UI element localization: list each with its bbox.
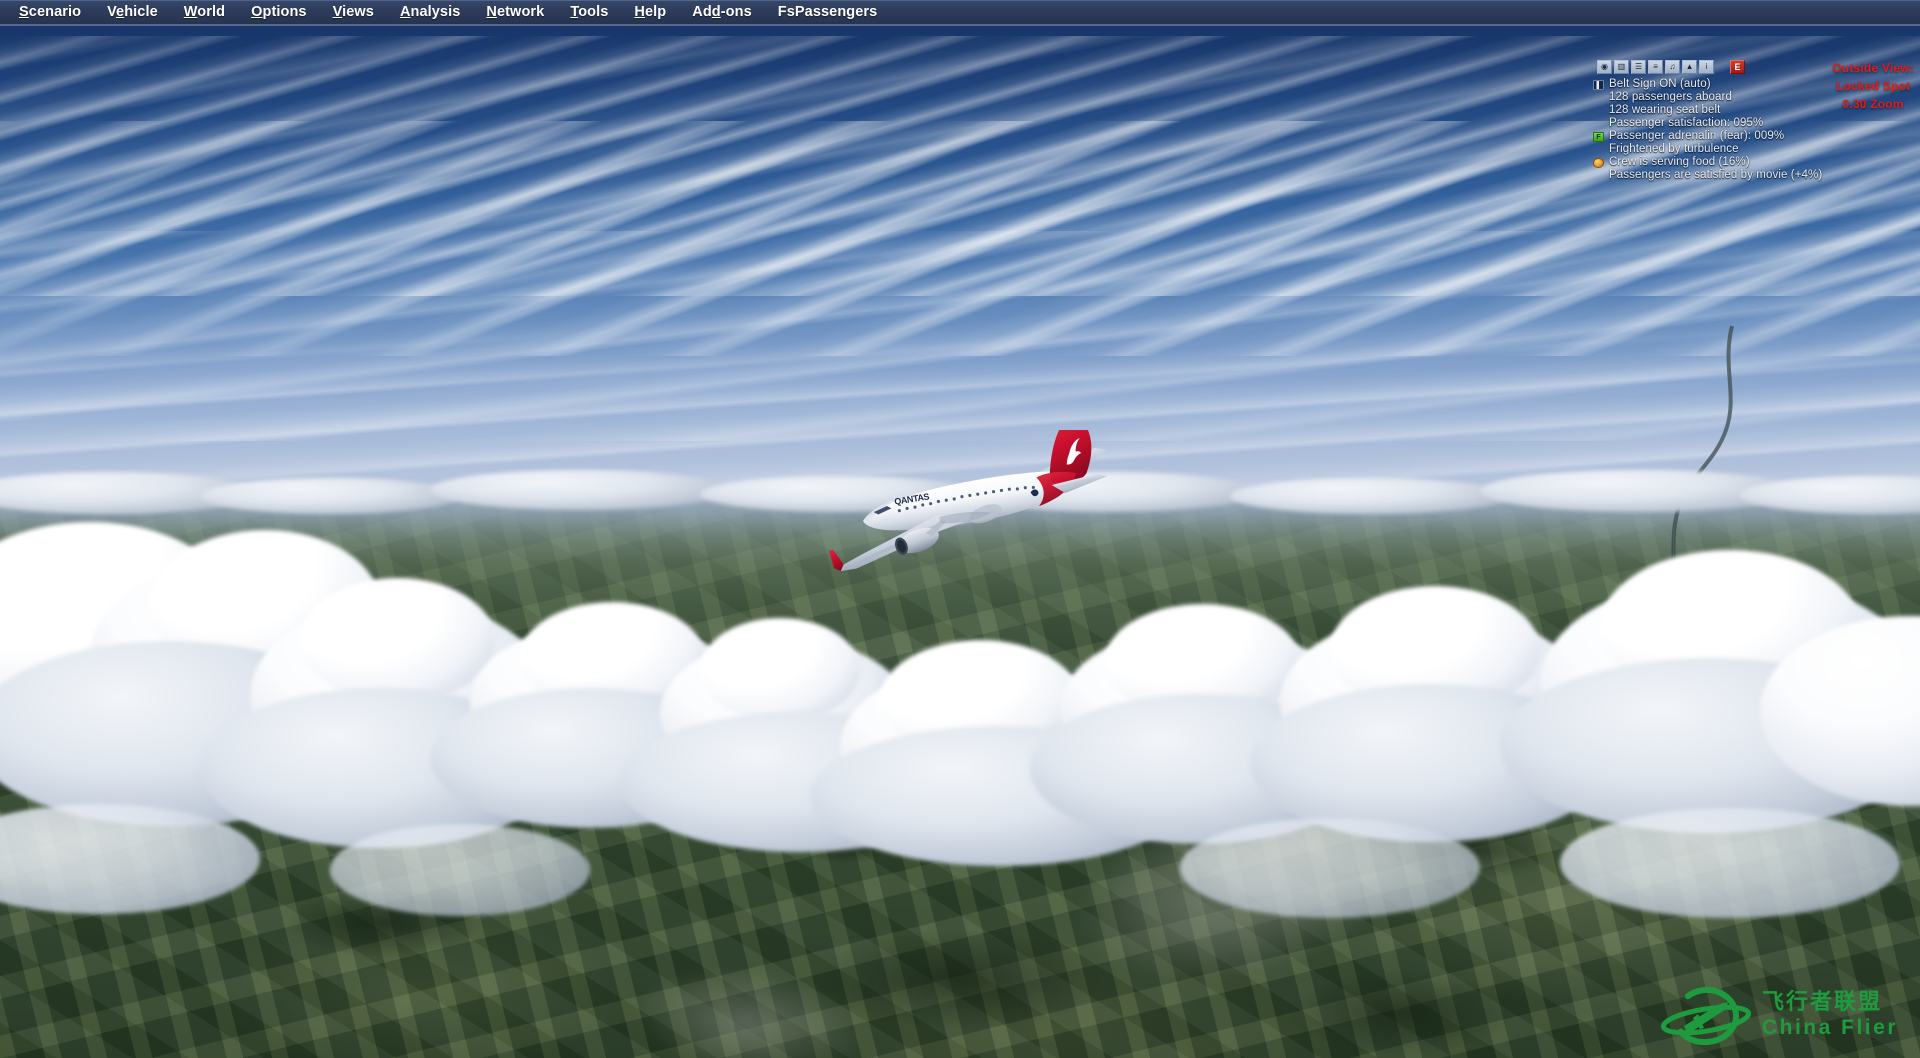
- emergency-icon[interactable]: E: [1730, 60, 1746, 74]
- status-line: 128 wearing seat belt: [1593, 104, 1822, 117]
- menu-item-add-ons[interactable]: Add-ons: [679, 1, 765, 24]
- menu-item-world[interactable]: World: [171, 1, 238, 24]
- menu-item-help[interactable]: Help: [621, 1, 679, 24]
- status-line-text: Frightened by turbulence: [1609, 143, 1739, 155]
- door-icon[interactable]: ▥: [1614, 60, 1630, 74]
- food-service-icon: [1593, 157, 1605, 168]
- fspassengers-overlay[interactable]: ◉ ▥ ☰ ≡ ♫ ▲ i E Belt Sign ON (auto) 128 passenge…: [1593, 60, 1916, 182]
- menu-item-network[interactable]: Network: [473, 1, 557, 24]
- menu-item-vehicle[interactable]: Vehicle: [94, 1, 171, 24]
- status-line-text: Passengers are satisfied by movie (+4%): [1609, 169, 1823, 181]
- status-line-text: 128 passengers aboard: [1609, 91, 1732, 103]
- status-line-text: Belt Sign ON (auto): [1609, 78, 1711, 90]
- menu-item-options[interactable]: Options: [238, 1, 319, 24]
- status-line-text: Crew is serving food (16%): [1609, 156, 1750, 168]
- terrain-river: [1627, 325, 1734, 628]
- flight-simulator-window: Scenario Vehicle World Options Views Analysis…: [0, 0, 1920, 1058]
- watermark-english: China Flier: [1761, 1016, 1898, 1039]
- fspassengers-body: Belt Sign ON (auto) 128 passengers aboard…: [1593, 62, 1916, 182]
- spacer-icon: [1593, 106, 1604, 116]
- fear-badge-icon: F: [1593, 131, 1605, 142]
- menu-item-views[interactable]: Views: [320, 1, 387, 24]
- spacer-icon: [1593, 119, 1604, 129]
- status-line: F Passenger adrenalin (fear): 009%: [1593, 130, 1822, 143]
- china-flier-watermark: 飞行者联盟 China Flier: [1660, 984, 1898, 1046]
- status-line: Crew is serving food (16%): [1593, 156, 1822, 169]
- menu-item-scenario[interactable]: Scenario: [6, 1, 94, 24]
- view-type-label: Locked Spot: [1836, 79, 1911, 93]
- door-icon-glyph: ▥: [1617, 62, 1626, 71]
- camera-view-info: Outside View: Locked Spot 0.30 Zoom: [1832, 62, 1914, 111]
- status-line: Passengers are satisfied by movie (+4%): [1593, 169, 1822, 182]
- spacer-icon: [1593, 145, 1604, 155]
- menu-bar: Scenario Vehicle World Options Views Analysis…: [0, 0, 1920, 26]
- status-line-text: Passenger satisfaction: 095%: [1609, 117, 1764, 129]
- info-icon[interactable]: i: [1699, 60, 1715, 74]
- status-line: Passenger satisfaction: 095%: [1593, 117, 1822, 130]
- music-note-icon[interactable]: ♫: [1665, 60, 1681, 74]
- aircraft-qantas-737: QANTAS: [829, 430, 1108, 572]
- fspassengers-toolbar[interactable]: ◉ ▥ ☰ ≡ ♫ ▲ i E: [1597, 60, 1746, 74]
- spacer-icon: [1593, 93, 1604, 103]
- food-tray-icon[interactable]: ☰: [1631, 60, 1647, 74]
- simulator-viewport[interactable]: QANTAS ◉ ▥ ☰ ≡ ♫ ▲ i E Belt Sign ON (aut…: [0, 26, 1920, 1058]
- belt-sign-icon: [1593, 79, 1605, 90]
- camera-icon[interactable]: ◉: [1597, 60, 1613, 74]
- food-tray-icon-glyph: ☰: [1634, 62, 1643, 71]
- movie-icon[interactable]: ▲: [1682, 60, 1698, 74]
- seat-belt-icon-glyph: ≡: [1653, 62, 1658, 71]
- view-zoom-label: 0.30 Zoom: [1842, 97, 1904, 111]
- movie-icon-glyph: ▲: [1685, 62, 1694, 71]
- music-note-icon-glyph: ♫: [1669, 62, 1676, 71]
- info-icon-glyph: i: [1705, 62, 1708, 71]
- seat-belt-icon[interactable]: ≡: [1648, 60, 1664, 74]
- status-line: 128 passengers aboard: [1593, 91, 1822, 104]
- emergency-icon-glyph: E: [1734, 61, 1741, 72]
- status-line-text: Passenger adrenalin (fear): 009%: [1609, 130, 1785, 142]
- fspassengers-status-list: Belt Sign ON (auto) 128 passengers aboard…: [1593, 78, 1822, 182]
- status-line: Frightened by turbulence: [1593, 143, 1822, 156]
- status-line-text: 128 wearing seat belt: [1609, 104, 1721, 116]
- globe-plane-logo: [1660, 986, 1751, 1046]
- spacer-icon: [1593, 171, 1604, 181]
- view-mode-label: Outside View:: [1832, 61, 1914, 75]
- menu-item-fspassengers[interactable]: FsPassengers: [765, 1, 891, 24]
- menu-item-tools[interactable]: Tools: [557, 1, 621, 24]
- watermark-text: 飞行者联盟 China Flier: [1761, 990, 1898, 1039]
- watermark-chinese: 飞行者联盟: [1761, 990, 1882, 1015]
- camera-icon-glyph: ◉: [1601, 62, 1609, 71]
- status-line: Belt Sign ON (auto): [1593, 78, 1822, 91]
- menu-item-analysis[interactable]: Analysis: [387, 1, 473, 24]
